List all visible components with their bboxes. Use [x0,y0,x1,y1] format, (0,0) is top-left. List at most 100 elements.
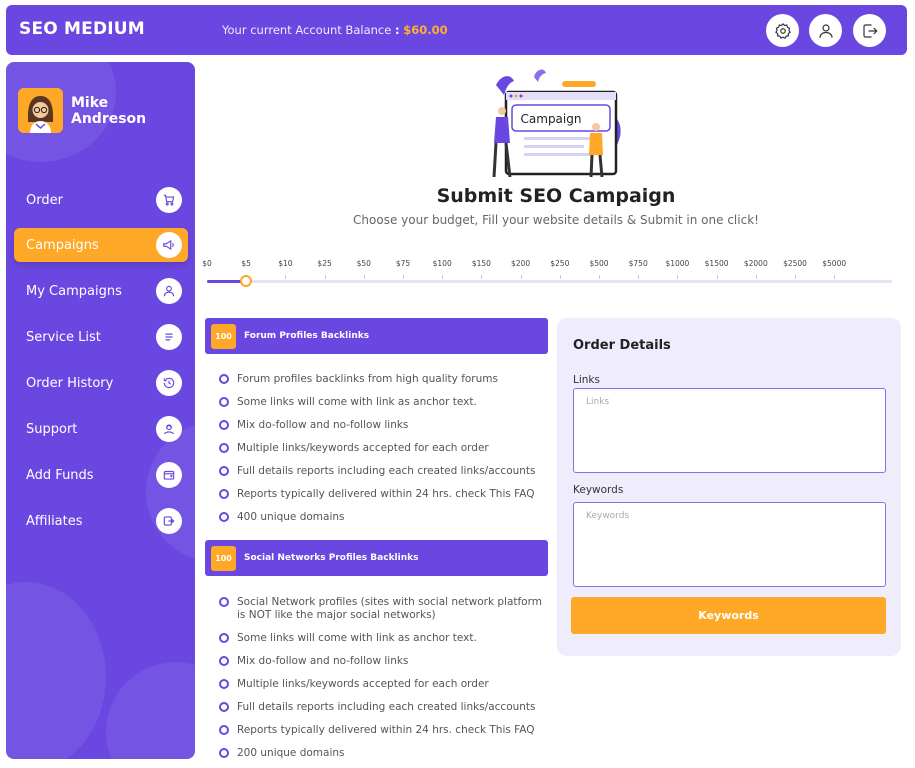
list-item: Multiple links/keywords accepted for eac… [219,442,554,455]
page-subtitle: Choose your budget, Fill your website de… [353,213,759,227]
sidebar-item-my-campaigns[interactable]: My Campaigns [14,274,188,308]
section-title: Social Networks Profiles Backlinks [244,553,419,563]
slider-tick-label[interactable]: $2500 [783,259,807,268]
sidebar-item-label: Support [26,421,78,437]
slider-tick-label[interactable]: $0 [202,259,212,268]
sidebar-item-label: Service List [26,329,101,345]
slider-tick [638,275,640,279]
user-icon [156,278,182,304]
slider-tick [795,275,796,279]
cart-icon [156,187,182,213]
sidebar-item-label: Order History [26,375,114,391]
sidebar-item-label: Add Funds [26,467,94,483]
slider-tick-label[interactable]: $5000 [822,259,846,268]
decor-blob [106,662,195,759]
balance-value: $60.00 [403,23,448,37]
section-header-forum: 100 Forum Profiles Backlinks [205,318,548,354]
brand-logo[interactable]: SEO MEDIUM [19,19,145,39]
slider-tick [481,275,483,279]
avatar-image [18,88,63,133]
profile-button[interactable] [809,14,842,47]
keywords-field[interactable] [573,502,886,587]
logout-button[interactable] [853,14,886,47]
hero-campaign-text: Campaign [521,112,582,126]
slider-tick-label[interactable]: $25 [317,259,331,268]
sidebar-item-order[interactable]: Order [14,183,188,217]
user-profile[interactable]: Mike Andreson [18,88,161,133]
settings-button[interactable] [766,14,799,47]
avatar [18,88,63,133]
order-details-title: Order Details [573,338,671,353]
list-item: Some links will come with link as anchor… [219,632,549,645]
list-item: Some links will come with link as anchor… [219,396,554,409]
feature-list-social: Social Network profiles (sites with soci… [219,596,549,760]
account-balance: Your current Account Balance : $60.00 [222,23,448,37]
slider-tick-label[interactable]: $200 [511,259,530,268]
slider-tick [285,275,287,279]
wallet-icon [156,462,182,488]
section-badge: 100 [211,323,236,349]
list-item: Reports typically delivered within 24 hr… [219,724,549,737]
slider-tick [324,275,326,279]
slider-tick [716,275,718,279]
sidebar-item-label: Affiliates [26,513,83,529]
slider-track[interactable] [207,280,892,283]
slider-tick-label[interactable]: $75 [396,259,410,268]
slider-tick-label[interactable]: $150 [472,259,491,268]
slider-tick-label[interactable]: $500 [589,259,608,268]
list-item: Social Network profiles (sites with soci… [219,596,549,622]
feature-list-forum: Forum profiles backlinks from high quali… [219,373,554,524]
sidebar-item-support[interactable]: Support [14,412,188,446]
slider-handle[interactable] [240,275,253,287]
links-label: Links [573,374,600,386]
section-badge: 100 [211,545,236,571]
sidebar-item-service-list[interactable]: Service List [14,320,188,354]
list-item: Mix do-follow and no-follow links [219,419,554,432]
sidebar: Mike Andreson Order Campaigns My Campaig… [6,62,195,759]
list-item: 400 unique domains [219,511,554,524]
list-item: Forum profiles backlinks from high quali… [219,373,554,386]
slider-tick [442,275,444,279]
slider-tick-label[interactable]: $10 [278,259,292,268]
slider-tick-label[interactable]: $1500 [705,259,729,268]
sidebar-item-label: Order [26,192,63,208]
user-icon [818,23,833,38]
slider-tick [520,275,522,279]
budget-slider[interactable]: $0 $5 $10 $25 $50 $75 $100 $150 $200 $250 $500 $750… [202,259,892,289]
section-header-social: 100 Social Networks Profiles Backlinks [205,540,548,576]
slider-tick-label[interactable]: $1000 [665,259,689,268]
slider-tick-label[interactable]: $250 [550,259,569,268]
sidebar-item-add-funds[interactable]: Add Funds [14,458,188,492]
slider-tick-label[interactable]: $750 [629,259,648,268]
campaign-illustration: Campaign [492,69,621,178]
slider-tick [599,275,600,279]
share-icon [156,508,182,534]
list-item: Full details reports including each crea… [219,465,554,478]
user-name: Mike Andreson [71,94,147,127]
top-header: SEO MEDIUM Your current Account Balance … [6,5,907,55]
balance-label: Your current Account Balance [222,23,392,37]
slider-tick-label[interactable]: $2000 [744,259,768,268]
slider-tick-label[interactable]: $5 [241,259,251,268]
submit-button[interactable]: Keywords [571,597,886,634]
sidebar-item-affiliates[interactable]: Affiliates [14,504,188,538]
history-icon [156,370,182,396]
keywords-label: Keywords [573,484,624,496]
order-details-panel: Order Details Links Keywords Keywords [557,318,901,656]
links-field[interactable] [573,388,886,473]
list-item: 200 unique domains [219,747,549,760]
sidebar-item-order-history[interactable]: Order History [14,366,188,400]
logout-icon [862,23,878,38]
sidebar-item-campaigns[interactable]: Campaigns [14,228,188,262]
slider-tick [559,275,561,279]
section-title: Forum Profiles Backlinks [244,331,370,341]
slider-tick-label[interactable]: $50 [357,259,371,268]
list-item: Full details reports including each crea… [219,701,549,714]
decor-blob [6,582,106,759]
slider-tick [403,275,404,279]
slider-tick [834,275,836,279]
slider-tick-label[interactable]: $100 [433,259,452,268]
support-icon [156,416,182,442]
list-item: Multiple links/keywords accepted for eac… [219,678,549,691]
sidebar-item-label: My Campaigns [26,283,122,299]
